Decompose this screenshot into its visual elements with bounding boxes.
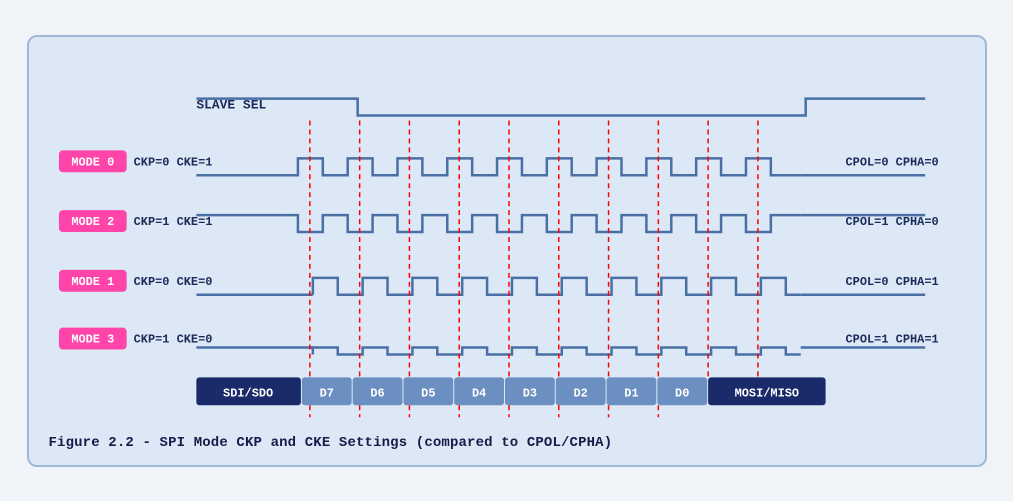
svg-text:D4: D4 — [471, 386, 485, 400]
diagram-container: SLAVE SEL MODE 0 CKP=0 CKE=1 CPOL=0 CPHA… — [27, 35, 987, 467]
waveform-diagram: SLAVE SEL MODE 0 CKP=0 CKE=1 CPOL=0 CPHA… — [49, 55, 965, 425]
svg-text:MOSI/MISO: MOSI/MISO — [734, 386, 798, 400]
svg-text:MODE 1: MODE 1 — [71, 274, 114, 288]
svg-text:CPOL=0 CPHA=1: CPOL=0 CPHA=1 — [845, 274, 938, 288]
svg-text:MODE 2: MODE 2 — [71, 215, 114, 229]
svg-text:CPOL=1 CPHA=1: CPOL=1 CPHA=1 — [845, 332, 938, 346]
svg-text:D5: D5 — [421, 386, 435, 400]
svg-text:D1: D1 — [624, 386, 638, 400]
svg-text:CKP=0 CKE=0: CKP=0 CKE=0 — [133, 274, 212, 288]
svg-text:CKP=0 CKE=1: CKP=0 CKE=1 — [133, 155, 212, 169]
svg-text:CKP=1 CKE=1: CKP=1 CKE=1 — [133, 215, 212, 229]
svg-text:D7: D7 — [319, 386, 333, 400]
svg-text:SDI/SDO: SDI/SDO — [223, 386, 273, 400]
svg-text:CKP=1 CKE=0: CKP=1 CKE=0 — [133, 332, 212, 346]
svg-text:D6: D6 — [370, 386, 384, 400]
svg-text:D2: D2 — [573, 386, 587, 400]
svg-text:CPOL=0 CPHA=0: CPOL=0 CPHA=0 — [845, 155, 938, 169]
svg-text:D0: D0 — [675, 386, 689, 400]
svg-text:MODE 3: MODE 3 — [71, 332, 114, 346]
svg-text:MODE 0: MODE 0 — [71, 155, 114, 169]
svg-text:D3: D3 — [522, 386, 536, 400]
svg-text:CPOL=1 CPHA=0: CPOL=1 CPHA=0 — [845, 215, 938, 229]
figure-caption: Figure 2.2 - SPI Mode CKP and CKE Settin… — [49, 435, 965, 451]
